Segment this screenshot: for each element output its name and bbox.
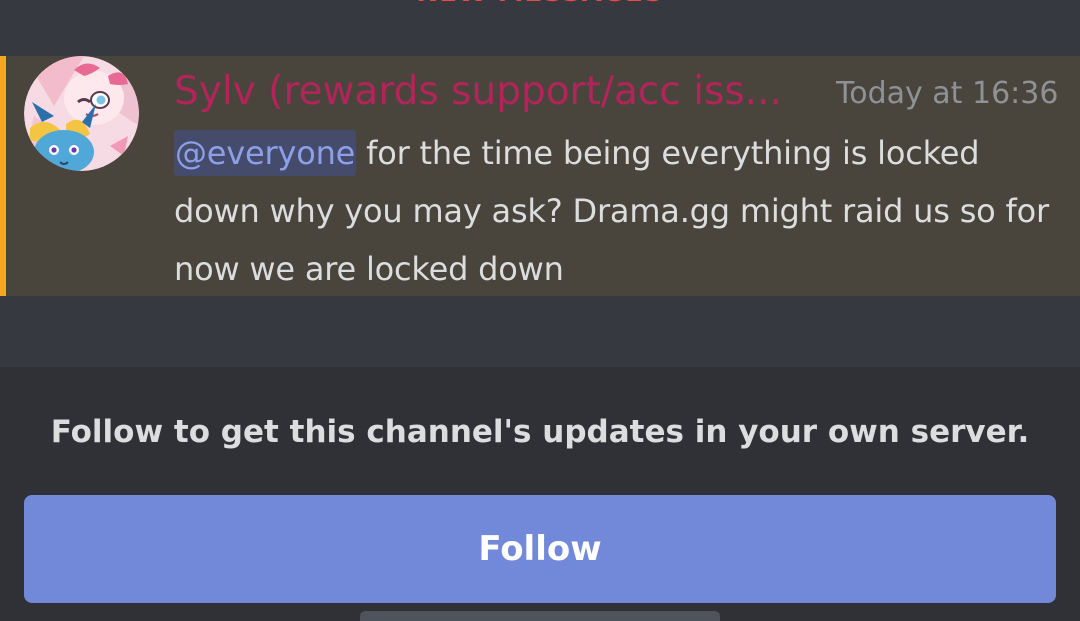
message-timestamp: Today at 16:36 bbox=[836, 76, 1059, 111]
message-author[interactable]: Sylv (rewards support/acc iss... bbox=[174, 66, 819, 118]
new-messages-label: NEW MESSAGES bbox=[0, 0, 1080, 8]
new-messages-divider[interactable]: NEW MESSAGES bbox=[0, 0, 1080, 56]
home-indicator[interactable] bbox=[360, 611, 720, 621]
follow-button[interactable]: Follow bbox=[24, 495, 1056, 603]
mention-highlight-stripe bbox=[0, 56, 6, 296]
follow-channel-panel: Follow to get this channel's updates in … bbox=[0, 367, 1080, 621]
channel-screen: NEW MESSAGES bbox=[0, 0, 1080, 621]
avatar-image bbox=[24, 56, 139, 171]
avatar[interactable] bbox=[24, 56, 139, 171]
message-content: @everyone for the time being everything … bbox=[174, 124, 1059, 298]
message-item[interactable]: Sylv (rewards support/acc iss... Today a… bbox=[0, 56, 1080, 296]
follow-prompt-text: Follow to get this channel's updates in … bbox=[50, 414, 1030, 450]
mention-everyone[interactable]: @everyone bbox=[174, 130, 357, 176]
